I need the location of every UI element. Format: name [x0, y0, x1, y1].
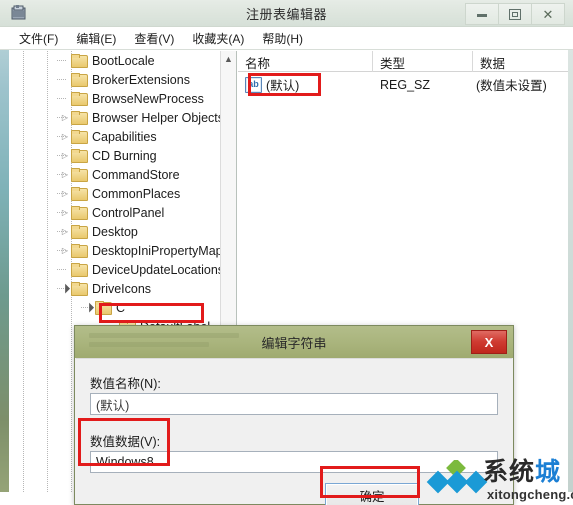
tree-connector-line — [57, 231, 67, 232]
folder-icon — [71, 168, 88, 182]
tree-item-desktopinipropertymap[interactable]: ▷DesktopIniPropertyMap — [9, 241, 223, 260]
list-header-row: 名称 类型 数据 — [238, 51, 568, 72]
tree-item-cd-burning[interactable]: ▷CD Burning — [9, 146, 221, 165]
dialog-close-button[interactable]: X — [471, 330, 507, 354]
tree-item-deviceupdatelocations[interactable]: DeviceUpdateLocations — [9, 260, 225, 279]
watermark-brand-part2: 城 — [535, 458, 562, 486]
tree-item-label: DriveIcons — [92, 281, 152, 296]
tree-connector-line — [57, 155, 67, 156]
tree-item-label: BrowseNewProcess — [92, 91, 204, 106]
title-bar: 注册表编辑器 ✕ — [0, 0, 573, 27]
column-header-name[interactable]: 名称 — [238, 51, 373, 72]
tree-connector-line — [57, 98, 67, 99]
menu-item-file[interactable]: 文件(F) — [10, 28, 67, 49]
menu-item-edit[interactable]: 编辑(E) — [67, 28, 125, 49]
value-type-cell: REG_SZ — [380, 77, 431, 92]
registry-tree: BootLocale BrokerExtensions BrowseNewProce… — [9, 51, 225, 336]
tree-item-label: ControlPanel — [92, 205, 165, 220]
folder-icon — [71, 73, 88, 87]
folder-icon — [71, 149, 88, 163]
folder-icon — [95, 301, 112, 315]
value-name-text: (默认) — [266, 79, 300, 93]
close-icon: ✕ — [542, 6, 554, 22]
tree-connector-line — [57, 117, 67, 118]
tree-connector-line — [57, 250, 67, 251]
window-left-border — [0, 0, 9, 494]
menu-item-view[interactable]: 查看(V) — [125, 28, 183, 49]
tree-item-commonplaces[interactable]: ▷CommonPlaces — [9, 184, 221, 203]
close-button[interactable]: ✕ — [532, 3, 565, 25]
tree-connector-line — [57, 60, 67, 61]
tree-item-desktop[interactable]: ▷Desktop — [9, 222, 221, 241]
tree-item-bootlocale[interactable]: BootLocale — [9, 51, 221, 70]
value-name-input[interactable]: (默认) — [90, 393, 498, 415]
folder-icon — [71, 206, 88, 220]
folder-icon — [71, 282, 88, 296]
window-right-border — [568, 0, 573, 494]
watermark-brand-part1: 系统 — [483, 458, 536, 486]
tree-item-label: CD Burning — [92, 148, 157, 163]
tree-connector-line — [57, 79, 67, 80]
watermark-url: xitongcheng.com — [487, 487, 573, 502]
tree-item-label: C — [116, 300, 126, 315]
tree-item-browsenewprocess[interactable]: BrowseNewProcess — [9, 89, 221, 108]
table-row[interactable]: ab (默认) REG_SZ (数值未设置) — [238, 75, 568, 94]
value-data-cell: (数值未设置) — [476, 79, 547, 93]
tree-item-label: Desktop — [92, 224, 138, 239]
tree-connector-line — [57, 193, 67, 194]
tree-connector-line — [57, 212, 67, 213]
tree-item-browser-helper-objects[interactable]: ▷Browser Helper Objects — [9, 108, 224, 127]
folder-icon — [71, 92, 88, 106]
ok-button[interactable]: 确定 — [325, 483, 419, 505]
minimize-icon — [477, 11, 487, 17]
menu-item-favorites[interactable]: 收藏夹(A) — [183, 28, 253, 49]
tree-item-controlpanel[interactable]: ▷ControlPanel — [9, 203, 221, 222]
window-controls: ✕ — [465, 3, 565, 25]
string-value-icon: ab — [245, 76, 262, 93]
column-header-data[interactable]: 数据 — [473, 51, 568, 72]
folder-icon — [71, 111, 88, 125]
maximize-button[interactable] — [499, 3, 532, 25]
tree-item-c[interactable]: ◢ C — [9, 298, 221, 317]
tree-connector-line — [57, 269, 67, 270]
folder-icon — [71, 263, 88, 277]
tree-item-label: Capabilities — [92, 129, 157, 144]
folder-icon — [71, 225, 88, 239]
tree-item-label: BootLocale — [92, 53, 155, 68]
value-data-label: 数值数据(V): — [90, 435, 161, 449]
tree-item-brokerextensions[interactable]: BrokerExtensions — [9, 70, 221, 89]
tree-item-driveicons[interactable]: ◢ DriveIcons — [9, 279, 221, 298]
tree-item-label: BrokerExtensions — [92, 72, 190, 87]
folder-icon — [71, 54, 88, 68]
column-header-type[interactable]: 类型 — [373, 51, 473, 72]
tree-connector-line — [57, 136, 67, 137]
watermark-brand: 系统城 — [483, 458, 561, 486]
folder-icon — [71, 130, 88, 144]
value-name-cell: ab (默认) — [238, 75, 373, 94]
value-name-label: 数值名称(N): — [90, 377, 161, 391]
tree-item-label: DeviceUpdateLocations — [92, 262, 225, 277]
scroll-up-icon[interactable]: ▲ — [221, 51, 236, 67]
tree-item-label: Browser Helper Objects — [92, 110, 224, 125]
folder-icon — [71, 244, 88, 258]
menu-bar: 文件(F) 编辑(E) 查看(V) 收藏夹(A) 帮助(H) — [0, 27, 573, 50]
dialog-title-bar: 编辑字符串 X — [75, 326, 513, 358]
tree-item-label: CommonPlaces — [92, 186, 181, 201]
site-watermark: 系统城 xitongcheng.com — [425, 458, 573, 505]
tree-connector-line — [57, 174, 67, 175]
tree-item-label: CommandStore — [92, 167, 180, 182]
tree-item-commandstore[interactable]: ▷CommandStore — [9, 165, 221, 184]
folder-icon — [71, 187, 88, 201]
dialog-title: 编辑字符串 — [261, 336, 327, 351]
tree-item-capabilities[interactable]: ▷Capabilities — [9, 127, 221, 146]
menu-item-help[interactable]: 帮助(H) — [253, 28, 312, 49]
minimize-button[interactable] — [465, 3, 499, 25]
maximize-icon — [509, 8, 521, 20]
screen-root: 注册表编辑器 ✕ 文件(F) 编辑(E) 查看(V) 收藏夹(A) 帮助(H) … — [0, 0, 573, 505]
watermark-logo-icon — [426, 460, 488, 494]
tree-item-label: DesktopIniPropertyMap — [92, 243, 223, 258]
